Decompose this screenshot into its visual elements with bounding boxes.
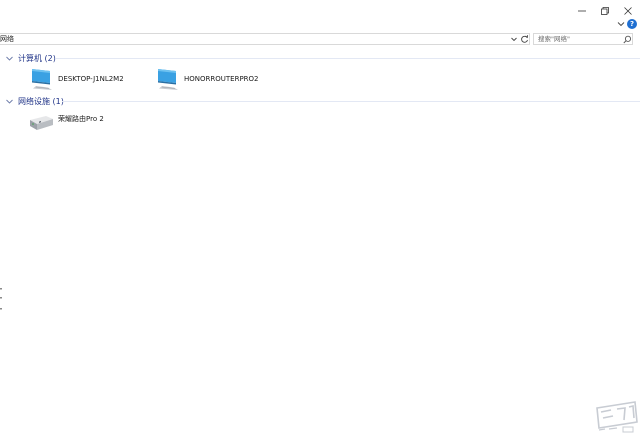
router-icon [30, 116, 53, 130]
search-box[interactable]: 搜索"网络" [533, 33, 633, 45]
search-icon[interactable] [623, 35, 632, 44]
computer-item-router[interactable]: HONORROUTERPRO2 [156, 67, 259, 91]
computer-item-desktop[interactable]: DESKTOP-J1NL2M2 [30, 67, 124, 91]
chevron-down-icon [511, 37, 517, 42]
address-dropdown-button[interactable] [510, 35, 518, 43]
refresh-button[interactable] [520, 34, 529, 44]
group-title: 网络设施 (1) [18, 96, 64, 106]
minimize-button[interactable] [573, 3, 591, 19]
computer-icon [158, 69, 178, 90]
item-label: HONORROUTERPRO2 [184, 75, 259, 83]
close-icon [624, 7, 632, 15]
refresh-icon [521, 35, 529, 43]
group-divider [55, 58, 640, 59]
address-bar[interactable]: 网络 [0, 33, 530, 45]
restore-icon [601, 7, 609, 15]
chevron-down-icon [617, 22, 625, 27]
group-header-computers[interactable]: 计算机 (2) [5, 52, 56, 64]
ribbon-expand-button[interactable] [616, 19, 626, 29]
close-button[interactable] [619, 3, 637, 19]
help-icon: ? [629, 20, 635, 28]
help-button[interactable]: ? [627, 19, 637, 29]
search-input[interactable]: 搜索"网络" [538, 35, 570, 44]
watermark-logo [596, 401, 638, 433]
group-divider [62, 101, 640, 102]
network-device-item-router[interactable]: 荣耀路由Pro 2 [28, 114, 104, 132]
computer-icon [32, 69, 52, 90]
ribbon-row: ? [0, 18, 640, 30]
group-header-network-infrastructure[interactable]: 网络设施 (1) [5, 95, 64, 107]
chevron-down-icon [6, 56, 13, 61]
chevron-down-icon [6, 99, 13, 104]
group-title: 计算机 (2) [18, 53, 56, 63]
minimize-icon [578, 10, 586, 12]
address-path: 网络 [0, 35, 14, 43]
restore-button[interactable] [596, 3, 614, 19]
item-label: DESKTOP-J1NL2M2 [58, 75, 124, 83]
item-label: 荣耀路由Pro 2 [58, 115, 104, 123]
navigation-pane-edge [0, 288, 2, 310]
